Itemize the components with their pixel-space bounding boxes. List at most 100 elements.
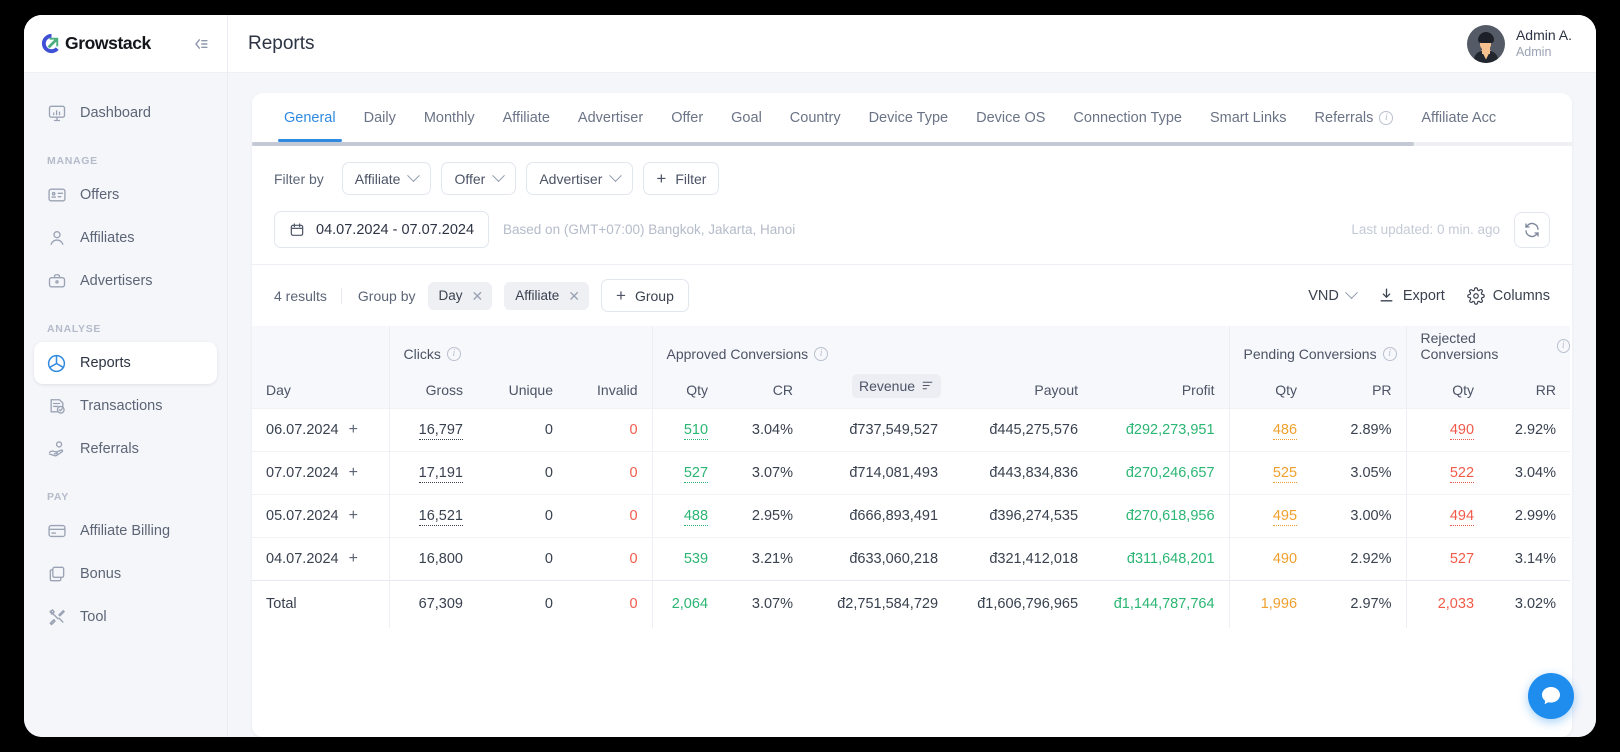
report-table-scroll[interactable]: Clicks i Approved Conversions i Pending Co… <box>252 326 1572 737</box>
expand-row-icon[interactable]: + <box>349 507 358 524</box>
add-group-button[interactable]: + Group <box>601 279 689 312</box>
column-header-unique[interactable]: Unique <box>477 366 567 408</box>
info-icon[interactable]: i <box>1379 110 1394 125</box>
cell-rr: 2.92% <box>1488 407 1571 451</box>
tab-goal[interactable]: Goal <box>717 93 776 142</box>
sorted-column-indicator[interactable]: Revenue <box>851 373 942 398</box>
sort-icon[interactable] <box>921 379 934 392</box>
column-header-revenue[interactable]: Revenue <box>807 366 953 408</box>
expand-row-icon[interactable]: + <box>349 421 358 438</box>
tab-advertiser[interactable]: Advertiser <box>564 93 657 142</box>
info-icon[interactable]: i <box>1382 347 1397 361</box>
columns-button[interactable]: Columns <box>1467 286 1550 305</box>
column-header-payout[interactable]: Payout <box>952 366 1093 408</box>
close-icon[interactable]: ✕ <box>472 289 484 303</box>
info-icon[interactable]: i <box>1556 339 1571 353</box>
sidebar-item-affiliate-billing[interactable]: Affiliate Billing <box>34 510 217 552</box>
collapse-sidebar-icon[interactable] <box>191 34 211 54</box>
add-filter-button[interactable]: + Filter <box>643 162 720 195</box>
chat-bubble-button[interactable] <box>1528 673 1574 719</box>
cell-pr: 3.00% <box>1311 493 1407 537</box>
info-icon[interactable]: i <box>446 347 461 361</box>
rejected-qty-value[interactable]: 494 <box>1449 507 1475 526</box>
cell-rejected-qty: 527 <box>1405 536 1489 580</box>
rejected-qty-value[interactable]: 522 <box>1449 464 1475 483</box>
refresh-button[interactable] <box>1514 211 1550 248</box>
column-header-profit[interactable]: Profit <box>1092 366 1230 408</box>
gross-value[interactable]: 16,797 <box>418 421 463 440</box>
column-header-pending-qty[interactable]: Qty <box>1228 366 1312 408</box>
expand-row-icon[interactable]: + <box>349 464 358 481</box>
tab-affiliate-accounts[interactable]: Affiliate Acc <box>1407 93 1510 142</box>
close-icon[interactable]: ✕ <box>568 289 580 303</box>
table-head: Clicks i Approved Conversions i Pending Co… <box>252 326 1571 408</box>
expand-row-icon[interactable]: + <box>349 550 358 567</box>
sidebar-item-advertisers[interactable]: Advertisers <box>34 260 217 302</box>
info-icon[interactable]: i <box>814 347 829 361</box>
sidebar-item-transactions[interactable]: Transactions <box>34 385 217 427</box>
add-group-label: Group <box>634 287 674 304</box>
tab-connection-type[interactable]: Connection Type <box>1059 93 1196 142</box>
tab-offer[interactable]: Offer <box>657 93 717 142</box>
column-header-day[interactable]: Day <box>252 366 389 408</box>
approved-qty-value[interactable]: 488 <box>683 507 709 526</box>
table-row[interactable]: 06.07.2024 + 16,797 0 0 510 3.04% đ737,54… <box>252 407 1571 451</box>
tab-daily[interactable]: Daily <box>350 93 410 142</box>
sidebar-nav: Dashboard MANAGE Offers Affiliates Adver… <box>24 73 227 737</box>
group-chip-affiliate[interactable]: Affiliate ✕ <box>504 281 590 310</box>
approved-qty-value[interactable]: 510 <box>683 421 709 440</box>
sidebar-item-bonus[interactable]: Bonus <box>34 553 217 595</box>
filter-affiliate-dropdown[interactable]: Affiliate <box>341 162 432 195</box>
export-button[interactable]: Export <box>1378 287 1445 304</box>
table-row[interactable]: 05.07.2024 + 16,521 0 0 488 2.95% đ666,89… <box>252 493 1571 537</box>
filter-advertiser-dropdown[interactable]: Advertiser <box>526 162 634 195</box>
tab-device-os[interactable]: Device OS <box>962 93 1059 142</box>
group-header-label: Pending Conversions <box>1243 346 1377 362</box>
column-header-cr[interactable]: CR <box>722 366 808 408</box>
tab-smart-links[interactable]: Smart Links <box>1196 93 1301 142</box>
user-menu[interactable]: Admin A. Admin <box>1466 24 1572 63</box>
tab-label: Device OS <box>976 109 1046 126</box>
gross-value[interactable]: 16,521 <box>418 507 463 526</box>
group-chip-label: Affiliate <box>515 288 560 303</box>
rejected-qty-value[interactable]: 490 <box>1449 421 1475 440</box>
pending-qty-value[interactable]: 486 <box>1272 421 1298 440</box>
column-header-gross[interactable]: Gross <box>388 366 477 408</box>
tab-general[interactable]: General <box>270 93 350 142</box>
tab-country[interactable]: Country <box>776 93 855 142</box>
column-header-approved-qty[interactable]: Qty <box>651 366 723 408</box>
group-chip-day[interactable]: Day ✕ <box>427 281 493 310</box>
column-header-rejected-qty[interactable]: Qty <box>1405 366 1489 408</box>
sidebar-item-tool[interactable]: Tool <box>34 596 217 638</box>
approved-qty-value[interactable]: 527 <box>683 464 709 483</box>
filter-offer-dropdown[interactable]: Offer <box>441 162 517 195</box>
tab-affiliate[interactable]: Affiliate <box>489 93 564 142</box>
column-header-invalid[interactable]: Invalid <box>567 366 653 408</box>
growstack-logo-icon <box>40 32 63 55</box>
briefcase-icon <box>46 271 67 292</box>
gross-value[interactable]: 17,191 <box>418 464 463 483</box>
tab-label: Smart Links <box>1209 109 1287 126</box>
date-range-picker[interactable]: 04.07.2024 - 07.07.2024 <box>274 211 490 248</box>
tab-referrals[interactable]: Referrals i <box>1301 93 1408 142</box>
tabs-scrollbar[interactable] <box>252 142 1572 146</box>
currency-dropdown[interactable]: VND <box>1308 286 1358 304</box>
table-row[interactable]: 04.07.2024 + 16,800 0 0 539 3.21% đ633,06… <box>252 536 1571 580</box>
pending-qty-value[interactable]: 525 <box>1272 464 1298 483</box>
sidebar-item-affiliates[interactable]: Affiliates <box>34 217 217 259</box>
sidebar-item-offers[interactable]: Offers <box>34 174 217 216</box>
cell-pr: 3.05% <box>1311 450 1407 494</box>
brand[interactable]: Growstack <box>40 32 151 55</box>
tab-monthly[interactable]: Monthly <box>410 93 489 142</box>
column-header-pr[interactable]: PR <box>1311 366 1407 408</box>
dashboard-icon <box>46 103 67 124</box>
column-header-rr[interactable]: RR <box>1488 366 1571 408</box>
table-group-header-row: Clicks i Approved Conversions i Pending Co… <box>252 326 1571 366</box>
tabs-scrollbar-thumb[interactable] <box>252 142 1414 146</box>
pending-qty-value[interactable]: 495 <box>1272 507 1298 526</box>
table-row[interactable]: 07.07.2024 + 17,191 0 0 527 3.07% đ714,08… <box>252 450 1571 494</box>
sidebar-item-reports[interactable]: Reports <box>34 342 217 384</box>
sidebar-item-referrals[interactable]: Referrals <box>34 428 217 470</box>
sidebar-item-dashboard[interactable]: Dashboard <box>34 92 217 134</box>
tab-device-type[interactable]: Device Type <box>855 93 963 142</box>
